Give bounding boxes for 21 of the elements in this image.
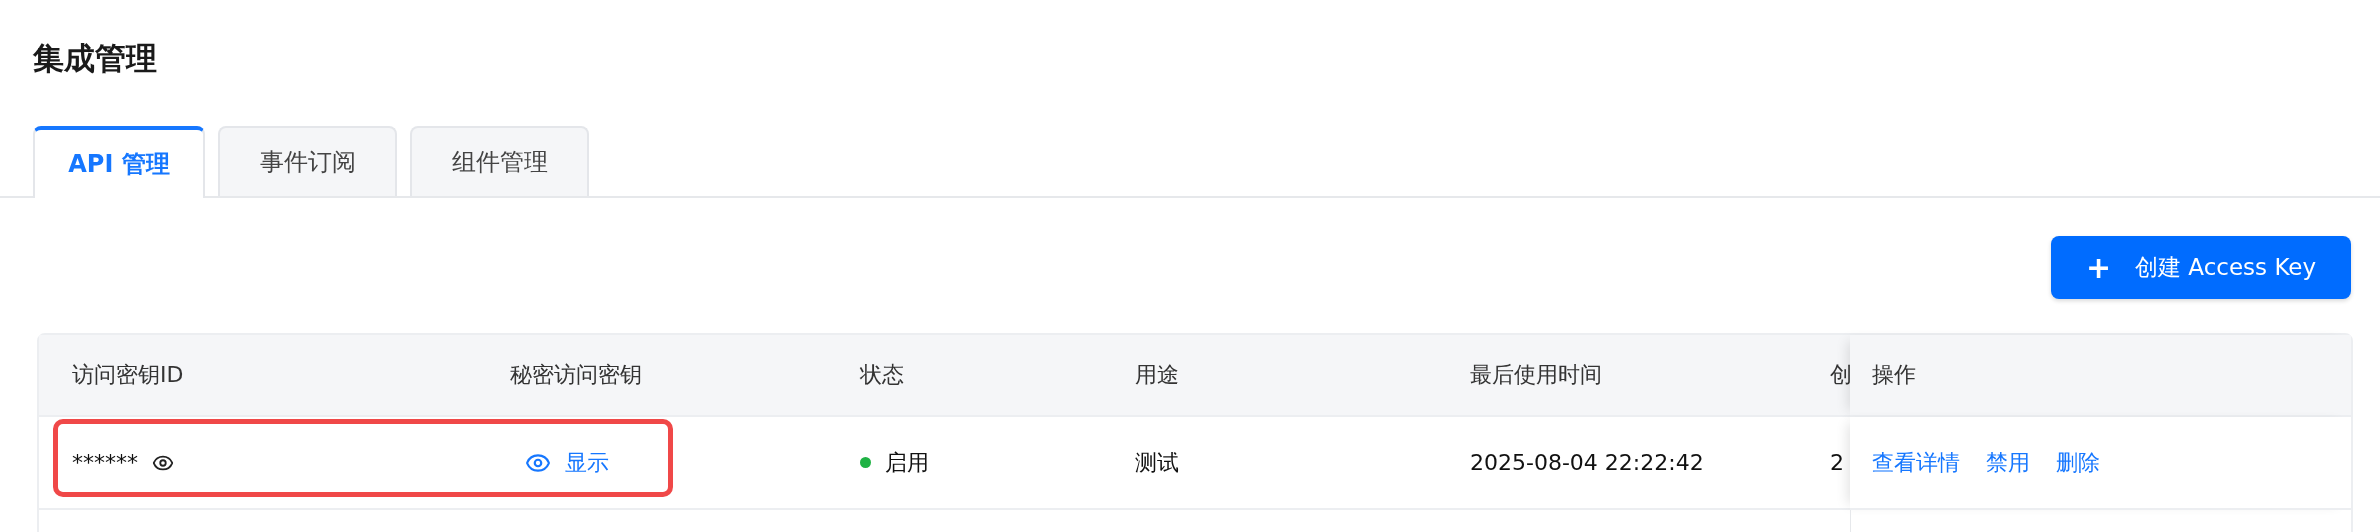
show-secret-link[interactable]: 显示 [525, 447, 609, 478]
create-access-key-button[interactable]: + 创建 Access Key [2051, 236, 2351, 299]
action-link[interactable]: 删除 [2056, 447, 2100, 478]
tab[interactable]: 事件订阅 [218, 126, 397, 196]
column-header: 访问密钥ID [39, 335, 477, 417]
column-header: 操作 [1872, 361, 1916, 389]
masked-key-id: ****** [72, 450, 138, 475]
column-header: 秘密访问密钥 [477, 335, 827, 417]
page-title: 集成管理 [32, 39, 158, 78]
column-header: 创 [1810, 335, 1850, 417]
tab[interactable]: 组件管理 [410, 126, 589, 196]
action-link[interactable]: 禁用 [1986, 447, 2030, 478]
status-label: 启用 [885, 448, 929, 477]
table-cell: 2025-08-04 22:22:42 [1470, 450, 1704, 475]
column-header: 状态 [827, 335, 1102, 417]
table-cell-text: 测试 [1135, 448, 1179, 477]
column-header: 用途 [1102, 335, 1437, 417]
tab[interactable]: API 管理 [33, 126, 205, 198]
table-cell: 2 [1830, 450, 1844, 475]
column-header: 最后使用时间 [1437, 335, 1810, 417]
action-link[interactable]: 查看详情 [1872, 447, 1960, 478]
